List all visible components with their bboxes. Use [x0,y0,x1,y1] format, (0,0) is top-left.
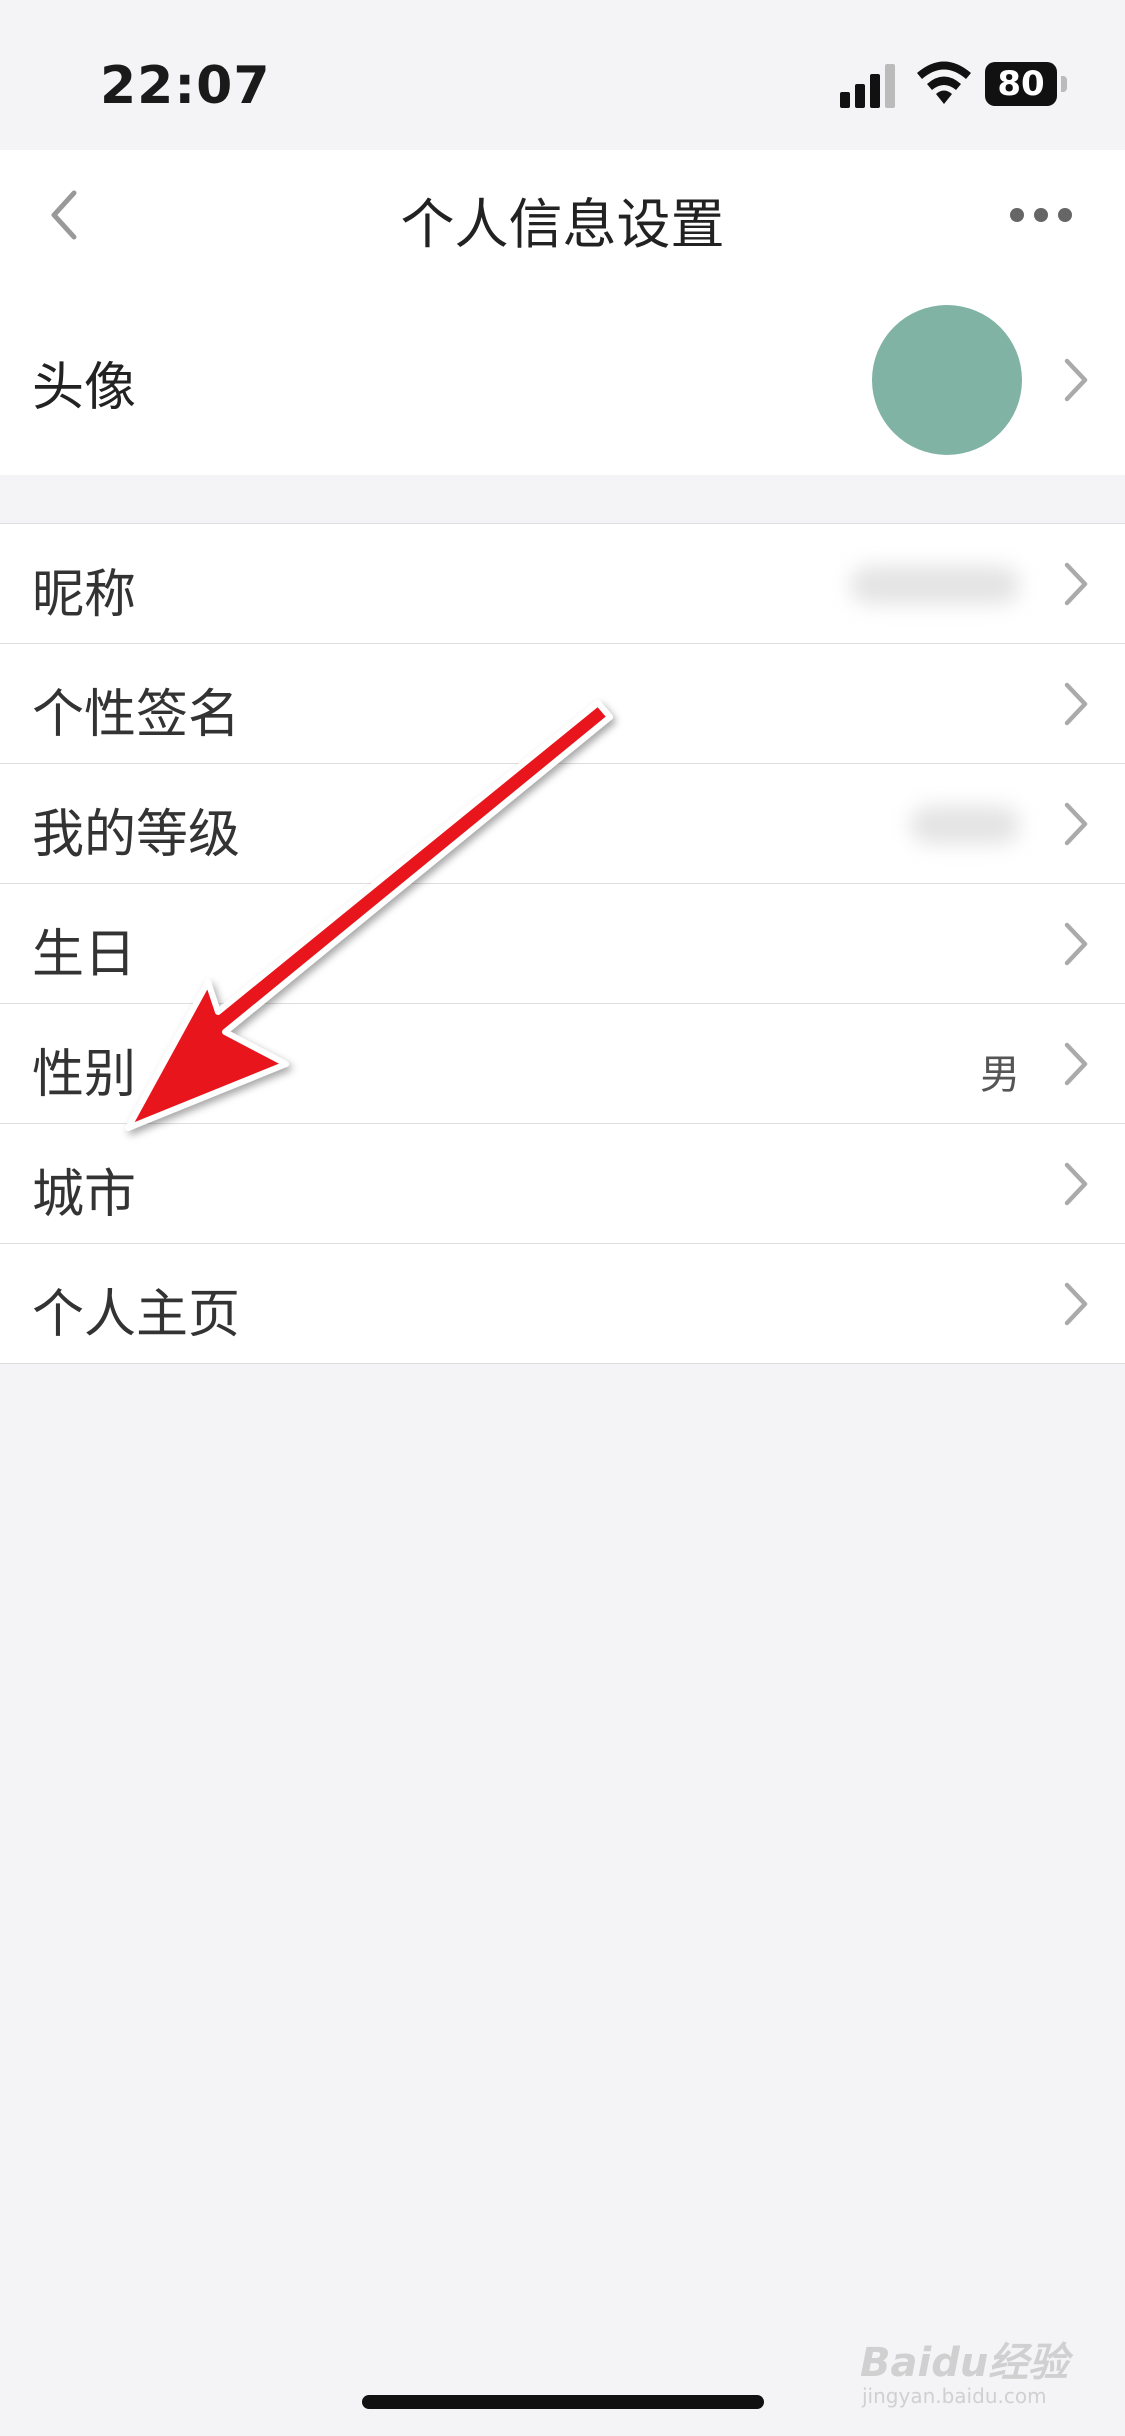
home-indicator[interactable] [362,2395,764,2409]
nav-bar: 个人信息设置 [0,150,1125,280]
battery-icon: 80 [985,62,1069,108]
chevron-right-icon [1064,358,1088,402]
gender-value: 男 [980,1052,1020,1098]
page-title: 个人信息设置 [400,193,725,256]
settings-row-homepage[interactable]: 个人主页 [0,1244,1125,1364]
blurred-value [850,566,1020,604]
wifi-icon [917,61,971,104]
row-label: 城市 [32,1165,137,1225]
row-label: 昵称 [32,565,137,625]
avatar-label: 头像 [32,358,137,418]
battery-cap [1061,76,1067,92]
row-label: 个人主页 [32,1285,241,1345]
avatar-row[interactable]: 头像 [0,280,1125,475]
avatar[interactable] [872,305,1022,455]
chevron-right-icon [1064,1162,1088,1206]
more-options-icon[interactable] [1010,202,1080,228]
battery-level: 80 [985,62,1057,106]
watermark-url: jingyan.baidu.com [862,2384,1047,2408]
annotation-arrow [125,700,613,1131]
status-time: 22:07 [100,56,271,116]
chevron-right-icon [1064,562,1088,606]
watermark-brand: Baidu经验 [860,2340,1069,2386]
more-dot [1010,208,1024,222]
more-dot [1058,208,1072,222]
chevron-right-icon [1064,1282,1088,1326]
cellular-signal-icon [840,64,895,108]
chevron-right-icon [1064,922,1088,966]
chevron-right-icon [1064,802,1088,846]
blurred-value [910,806,1020,844]
chevron-right-icon [1064,682,1088,726]
more-dot [1034,208,1048,222]
settings-row-nickname[interactable]: 昵称 [0,524,1125,644]
chevron-right-icon [1064,1042,1088,1086]
status-bar: 22:07 80 [0,0,1125,150]
